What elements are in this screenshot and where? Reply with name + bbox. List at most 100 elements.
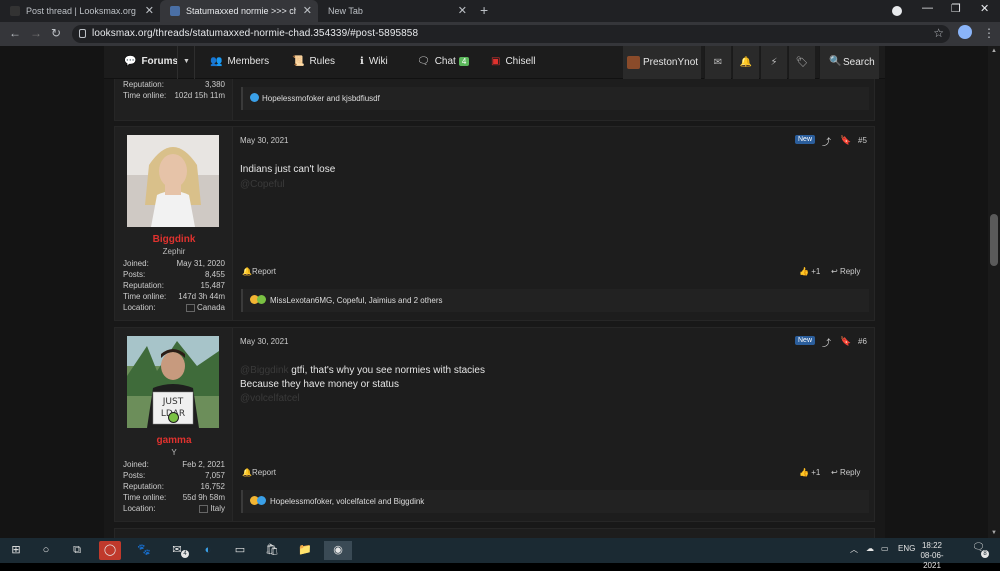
share-icon[interactable]: ⤴ — [822, 336, 831, 349]
page-scrollbar[interactable]: ▲ ▼ — [988, 46, 1000, 538]
mention-volcelfatcel[interactable]: @volcelfatcel — [240, 393, 300, 404]
system-clock[interactable]: 18:22 08-06-2021 — [912, 541, 952, 571]
file-explorer-icon[interactable]: 📁 — [294, 541, 316, 560]
reaction-bar[interactable]: Hopelessmofoker, volcelfatcel and Biggdi… — [241, 490, 869, 513]
thumbs-up-icon: 👍 — [799, 468, 809, 477]
post-body: May 30, 2021 New ⤴ 🔖 #6 @Biggdink gtfi, … — [233, 328, 874, 521]
post-date[interactable]: May 30, 2021 — [240, 136, 288, 145]
tray-chevron-up-icon[interactable]: ︿ — [850, 544, 858, 555]
chrome-icon[interactable]: ◉ — [324, 541, 352, 560]
reaction-list[interactable]: MissLexotan6MG, Copeful, Jaimius and 2 o… — [270, 296, 443, 305]
share-icon[interactable]: ⤴ — [822, 135, 831, 148]
reaction-bar[interactable]: Hopelessmofoker and kjsbdfiusdf — [241, 87, 869, 110]
scroll-down-arrow-icon[interactable]: ▼ — [991, 530, 997, 536]
post-user-panel: JUST LDAR gamma Y Joined:Feb 2, 2021 Pos… — [115, 328, 233, 521]
like-button[interactable]: 👍 +1 — [799, 267, 820, 276]
forums-dropdown-toggle[interactable]: ▼ — [177, 46, 195, 79]
mention-copeful[interactable]: @Copeful — [240, 179, 285, 190]
scroll-up-arrow-icon[interactable]: ▲ — [991, 48, 997, 54]
post-body: May 30, 2021 New ⤴ 🔖 #5 Indians just can… — [233, 127, 874, 320]
forward-arrow-icon[interactable]: → — [30, 26, 42, 40]
browser-tab-statumaxxed[interactable]: Statumaxxed normie >>> chad | ✕ — [160, 0, 318, 22]
back-arrow-icon[interactable]: ← — [9, 26, 21, 40]
nav-label: Rules — [309, 56, 336, 67]
task-view-icon[interactable]: ⧉ — [66, 541, 88, 560]
address-bar[interactable]: looksmax.org/threads/statumaxxed-normie-… — [72, 25, 950, 43]
cope-emoji-icon — [257, 295, 266, 304]
looksmax-favicon — [10, 6, 20, 16]
battery-icon[interactable]: ▭ — [881, 544, 889, 553]
thumbs-up-icon: 👍 — [799, 267, 809, 276]
nav-forums[interactable]: 💬 Forums — [124, 56, 178, 67]
bookmark-star-icon[interactable]: ☆ — [933, 26, 944, 40]
tag-icon[interactable]: 🏷 — [788, 46, 815, 79]
nav-chat[interactable]: 🗨 Chat 4 — [417, 56, 470, 67]
report-link[interactable]: 🔔Report — [242, 468, 276, 477]
username[interactable]: Biggdink — [115, 234, 233, 245]
browser-tab-post-thread[interactable]: Post thread | Looksmax.org - Me ✕ — [0, 0, 160, 22]
scrollbar-thumb[interactable] — [990, 214, 998, 266]
chisell-icon: ▣ — [491, 56, 501, 67]
post-number[interactable]: #6 — [858, 337, 867, 346]
browser-menu-icon[interactable]: ⋮ — [983, 26, 995, 40]
alerts-bell-icon[interactable]: 🔔 — [732, 46, 759, 79]
nav-wiki[interactable]: ℹ Wiki — [360, 56, 388, 67]
close-window-icon[interactable]: ✕ — [980, 2, 989, 15]
nav-members[interactable]: 👥 Members — [210, 56, 269, 67]
edge-icon[interactable]: ◐ — [197, 541, 219, 560]
report-link[interactable]: 🔔Report — [242, 267, 276, 276]
reaction-bar[interactable]: MissLexotan6MG, Copeful, Jaimius and 2 o… — [241, 289, 869, 312]
new-tab-button[interactable]: + — [480, 2, 488, 18]
like-button[interactable]: 👍 +1 — [799, 468, 820, 477]
inbox-envelope-icon[interactable]: ✉ — [704, 46, 731, 79]
browser-tab-new-tab[interactable]: New Tab ✕ — [318, 0, 473, 22]
post-number[interactable]: #5 — [858, 136, 867, 145]
close-tab-icon[interactable]: ✕ — [458, 4, 467, 17]
nav-label: Forums — [141, 56, 179, 67]
close-tab-icon[interactable]: ✕ — [303, 4, 312, 17]
profile-avatar-icon[interactable] — [958, 25, 972, 39]
stat-time-online: Time online: 147d 3h 44m — [123, 292, 225, 301]
whats-new-bolt-icon[interactable]: ⚡ — [760, 46, 787, 79]
next-post — [114, 528, 875, 538]
new-badge: New — [795, 336, 816, 345]
lock-icon — [79, 29, 86, 38]
reaction-list[interactable]: Hopelessmofoker, volcelfatcel and Biggdi… — [270, 497, 424, 506]
users-icon: 👥 — [210, 56, 223, 67]
nav-label: Chisell — [505, 56, 536, 67]
nav-label: Search — [843, 57, 875, 68]
reaction-list[interactable]: Hopelessmofoker and kjsbdfiusdf — [262, 94, 380, 103]
bookmark-icon[interactable]: 🔖 — [840, 336, 851, 347]
restore-icon[interactable]: ❐ — [951, 2, 961, 15]
nav-search-button[interactable]: 🔍 Search — [819, 46, 879, 79]
user-title: Y — [171, 448, 177, 457]
cortana-search-icon[interactable]: ○ — [35, 541, 57, 560]
nav-rules[interactable]: 📜 Rules — [292, 56, 335, 67]
like-emoji-icon — [257, 496, 266, 505]
user-avatar-biggdink[interactable] — [127, 135, 219, 227]
opera-icon[interactable]: ◯ — [99, 541, 121, 560]
stat-time-online: Time online: 55d 9h 58m — [123, 493, 225, 502]
post-text-line: Indians just can't lose — [240, 164, 336, 175]
nav-user-menu[interactable]: PrestonYnot — [623, 46, 701, 79]
store-icon[interactable]: 🛍 — [261, 541, 283, 560]
profile-dot-icon[interactable] — [892, 6, 902, 16]
minimize-icon[interactable]: — — [922, 2, 933, 14]
windows-start-icon[interactable]: ⊞ — [5, 541, 27, 560]
url-text: looksmax.org/threads/statumaxxed-normie-… — [92, 28, 419, 39]
reply-button[interactable]: ↩ Reply — [831, 468, 860, 477]
close-tab-icon[interactable]: ✕ — [145, 4, 154, 17]
file-icon[interactable]: ▭ — [229, 541, 251, 560]
reload-icon[interactable]: ↻ — [51, 26, 61, 40]
post-date[interactable]: May 30, 2021 — [240, 337, 288, 346]
username[interactable]: gamma — [115, 435, 233, 446]
app-icon[interactable]: 🐾 — [133, 541, 155, 560]
bookmark-icon[interactable]: 🔖 — [840, 135, 851, 146]
reply-arrow-icon: ↩ — [831, 267, 838, 276]
nav-chisell[interactable]: ▣ Chisell — [491, 56, 535, 67]
onedrive-cloud-icon[interactable]: ☁ — [866, 544, 874, 553]
mention-biggdink[interactable]: @Biggdink — [240, 365, 289, 376]
reply-button[interactable]: ↩ Reply — [831, 267, 860, 276]
flag-image-icon — [185, 303, 195, 312]
stat-joined: Joined: May 31, 2020 — [123, 259, 225, 268]
